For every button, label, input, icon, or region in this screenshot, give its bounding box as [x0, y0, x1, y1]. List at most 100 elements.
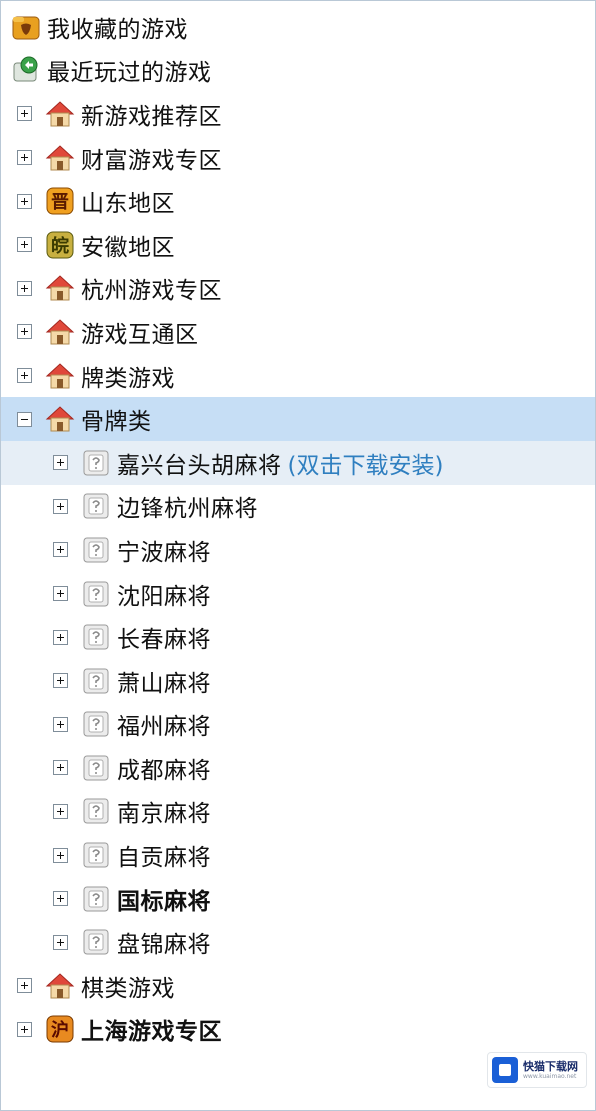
tree-item-mahjong[interactable]: 国标麻将: [1, 877, 595, 921]
watermark-title: 快猫下载网: [523, 1059, 578, 1073]
expand-toggle[interactable]: [53, 586, 68, 602]
tree-item-chess-games[interactable]: 棋类游戏: [1, 964, 595, 1008]
expand-toggle[interactable]: [53, 847, 68, 863]
expand-toggle[interactable]: [53, 934, 68, 950]
tree-label: 山东地区: [81, 191, 175, 218]
tree-item-mahjong[interactable]: 盘锦麻将: [1, 920, 595, 964]
tree-item-mahjong[interactable]: 萧山麻将: [1, 659, 595, 703]
tree-item-favorites[interactable]: 我收藏的游戏: [1, 5, 595, 49]
house-icon: [45, 362, 75, 389]
expand-toggle[interactable]: [17, 978, 32, 994]
tree-item-mahjong[interactable]: 成都麻将: [1, 746, 595, 790]
expand-toggle[interactable]: [53, 542, 68, 558]
expand-toggle[interactable]: [53, 760, 68, 776]
game-tree: 我收藏的游戏 最近玩过的游戏 新游戏推荐区 财富游戏专区 晋 山东地区 皖 安徽…: [1, 5, 595, 1051]
unknown-game-icon: [83, 581, 109, 607]
expand-toggle[interactable]: [17, 193, 32, 209]
tree-item-mahjong[interactable]: 自贡麻将: [1, 833, 595, 877]
expand-toggle[interactable]: [17, 150, 32, 166]
tree-label: 安徽地区: [81, 234, 175, 261]
unknown-game-icon: [83, 755, 109, 781]
tree-label: 牌类游戏: [81, 365, 175, 392]
house-icon: [45, 319, 75, 345]
tree-item-mahjong[interactable]: 边锋杭州麻将: [1, 485, 595, 529]
unknown-game-icon: [83, 537, 109, 563]
house-icon: [45, 144, 75, 171]
collapse-toggle[interactable]: [17, 411, 32, 427]
tree-item-interconnect[interactable]: 游戏互通区: [1, 310, 595, 354]
folder-heart-icon: [12, 16, 40, 40]
tree-item-anhui[interactable]: 皖 安徽地区: [1, 223, 595, 267]
tree-item-mahjong[interactable]: 嘉兴台头胡麻将 (双击下载安装): [1, 440, 595, 485]
tree-label: 自贡麻将: [117, 845, 211, 872]
svg-text:皖: 皖: [51, 235, 69, 257]
tree-label: 长春麻将: [117, 627, 211, 654]
tree-item-shanghai[interactable]: 沪 上海游戏专区: [1, 1008, 595, 1052]
expand-toggle[interactable]: [53, 455, 68, 471]
logo-icon: [492, 1057, 518, 1083]
unknown-game-icon: [83, 493, 109, 519]
tree-item-mahjong[interactable]: 沈阳麻将: [1, 572, 595, 616]
expand-toggle[interactable]: [17, 1021, 32, 1037]
watermark-logo: 快猫下载网 www.kuaimao.net: [487, 1052, 587, 1088]
unknown-game-icon: [83, 450, 109, 476]
expand-toggle[interactable]: [53, 629, 68, 645]
tree-label: 沈阳麻将: [117, 583, 211, 610]
region-badge-icon: 晋: [46, 187, 74, 215]
recent-games-icon: [13, 56, 38, 82]
tree-label: 宁波麻将: [117, 539, 211, 566]
expand-toggle[interactable]: [53, 498, 68, 514]
unknown-game-icon: [83, 624, 109, 650]
tree-label: 盘锦麻将: [117, 932, 211, 959]
tree-label: 国标麻将: [117, 888, 211, 915]
svg-text:沪: 沪: [51, 1019, 69, 1041]
tree-label: 我收藏的游戏: [47, 16, 188, 43]
expand-toggle[interactable]: [53, 716, 68, 732]
svg-text:晋: 晋: [51, 192, 69, 213]
expand-toggle[interactable]: [17, 368, 32, 384]
unknown-game-icon: [83, 668, 109, 694]
expand-toggle[interactable]: [17, 106, 32, 122]
tree-item-mahjong[interactable]: 南京麻将: [1, 790, 595, 834]
tree-label: 游戏互通区: [81, 321, 199, 348]
house-icon: [45, 406, 75, 432]
unknown-game-icon: [83, 886, 109, 912]
tree-item-bone-cards[interactable]: 骨牌类: [1, 397, 595, 441]
expand-toggle[interactable]: [17, 324, 32, 340]
tree-item-mahjong[interactable]: 福州麻将: [1, 703, 595, 747]
tree-item-hangzhou[interactable]: 杭州游戏专区: [1, 267, 595, 311]
tree-item-shandong[interactable]: 晋 山东地区: [1, 179, 595, 223]
unknown-game-icon: [83, 929, 109, 955]
tree-label: 财富游戏专区: [81, 147, 222, 174]
tree-item-mahjong[interactable]: 长春麻将: [1, 615, 595, 659]
tree-item-new-games[interactable]: 新游戏推荐区: [1, 92, 595, 136]
tree-item-wealth-games[interactable]: 财富游戏专区: [1, 136, 595, 180]
tree-label: 新游戏推荐区: [81, 103, 222, 130]
tree-label: 成都麻将: [117, 757, 211, 784]
tree-item-mahjong[interactable]: 宁波麻将: [1, 528, 595, 572]
expand-toggle[interactable]: [53, 803, 68, 819]
tree-label: 嘉兴台头胡麻将: [117, 452, 282, 479]
tree-item-card-games[interactable]: 牌类游戏: [1, 354, 595, 398]
tree-item-recent[interactable]: 最近玩过的游戏: [1, 49, 595, 93]
tree-label: 最近玩过的游戏: [47, 60, 212, 87]
expand-toggle[interactable]: [17, 280, 32, 296]
tree-label: 南京麻将: [117, 801, 211, 828]
house-icon: [45, 973, 75, 999]
expand-toggle[interactable]: [17, 237, 32, 253]
watermark-url: www.kuaimao.net: [523, 1072, 577, 1080]
tree-label: 棋类游戏: [81, 975, 175, 1002]
expand-toggle[interactable]: [53, 891, 68, 907]
unknown-game-icon: [83, 842, 109, 868]
region-badge-icon: 沪: [46, 1015, 74, 1043]
tree-label: 上海游戏专区: [81, 1019, 222, 1046]
region-badge-icon: 皖: [46, 231, 74, 259]
download-hint: (双击下载安装): [287, 452, 444, 479]
expand-toggle[interactable]: [53, 673, 68, 689]
tree-label: 骨牌类: [81, 409, 152, 436]
tree-label: 边锋杭州麻将: [117, 496, 258, 523]
tree-label: 杭州游戏专区: [81, 278, 222, 305]
tree-label: 福州麻将: [117, 714, 211, 741]
unknown-game-icon: [83, 711, 109, 737]
tree-label: 萧山麻将: [117, 670, 211, 697]
